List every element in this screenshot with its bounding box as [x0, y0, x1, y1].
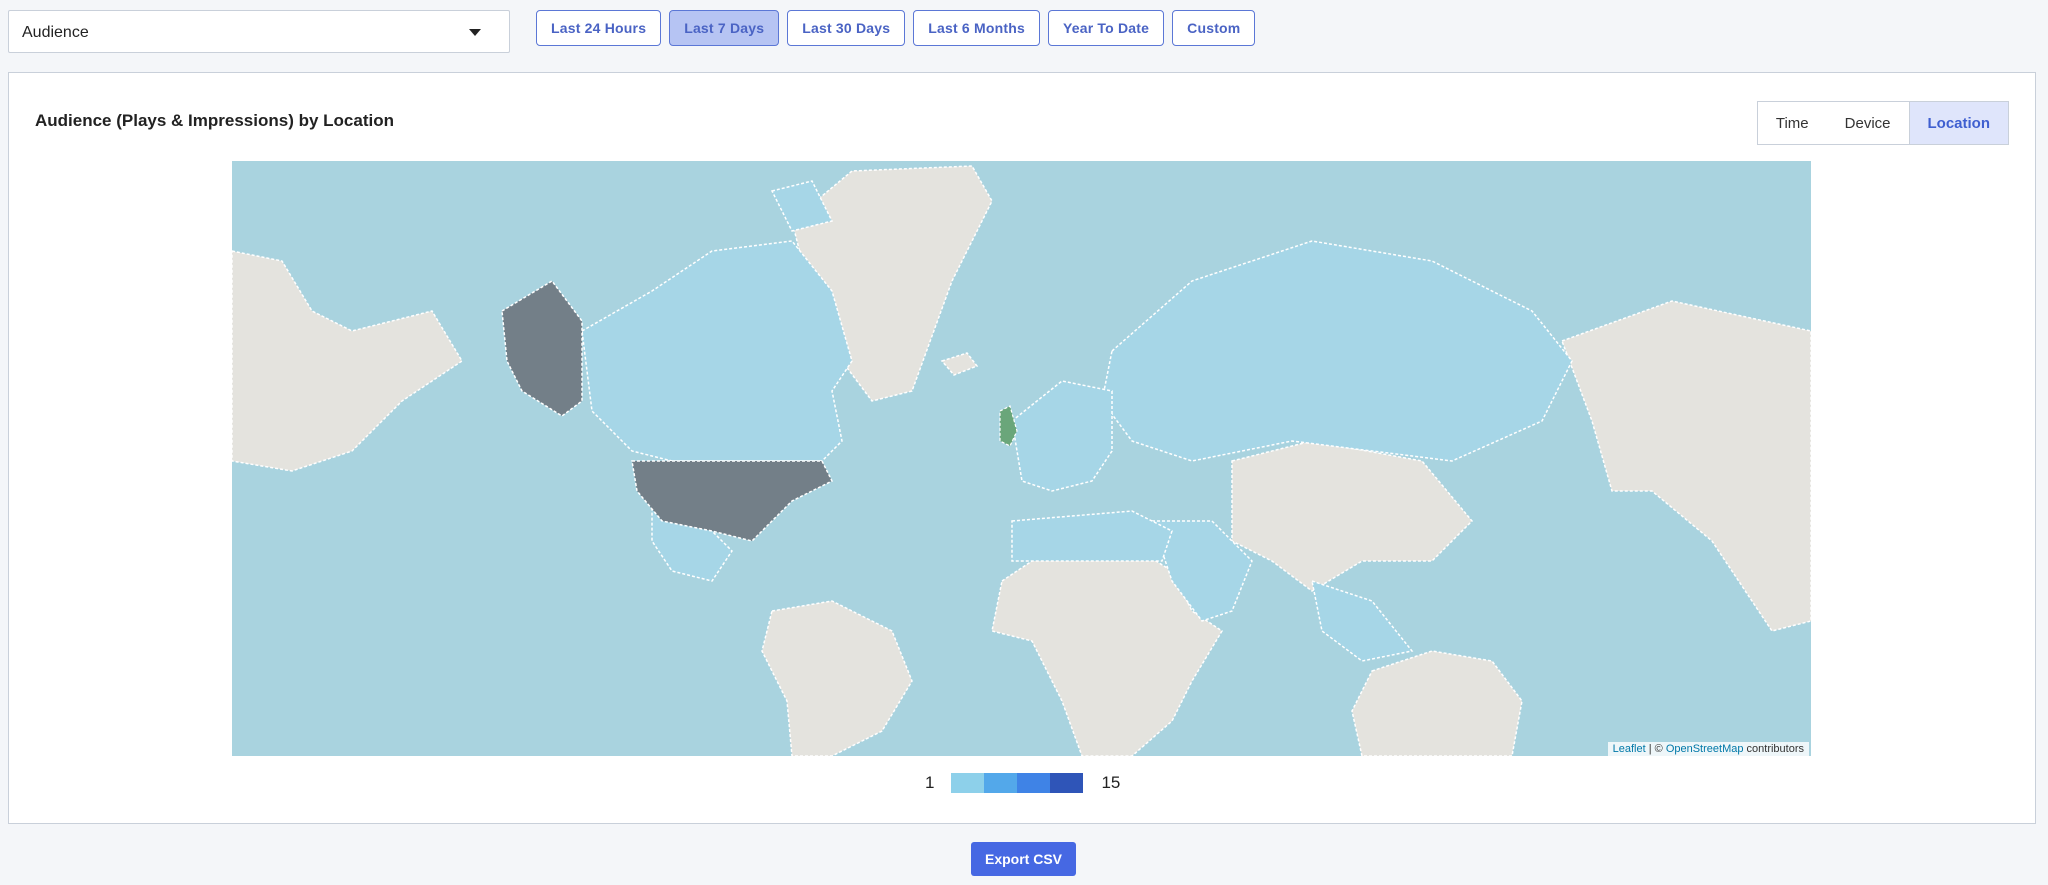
- range-year-to-date-button[interactable]: Year To Date: [1047, 10, 1165, 46]
- color-legend: 1 15: [925, 773, 1120, 793]
- date-range-group: Last 24 Hours Last 7 Days Last 30 Days L…: [536, 10, 1256, 46]
- export-csv-button[interactable]: Export CSV: [971, 842, 1077, 876]
- metric-select[interactable]: Audience: [8, 10, 510, 53]
- asia-shape: [1231, 440, 1474, 592]
- map-attribution: Leaflet | © OpenStreetMap contributors: [1607, 742, 1809, 756]
- alaska-shape: [501, 280, 583, 417]
- range-last-24-hours-button[interactable]: Last 24 Hours: [536, 10, 662, 46]
- legend-swatch-2: [984, 773, 1018, 793]
- view-device-tab[interactable]: Device: [1827, 102, 1909, 144]
- se-asia-shape: [1311, 579, 1414, 662]
- north-africa-shape: [1011, 510, 1173, 562]
- canada-shape: [581, 240, 853, 462]
- legend-swatch-1: [951, 773, 985, 793]
- view-toggle: Time Device Location: [1756, 101, 2009, 145]
- leaflet-link[interactable]: Leaflet: [1613, 743, 1646, 755]
- world-map[interactable]: Leaflet | © OpenStreetMap contributors: [232, 161, 1811, 756]
- iceland-shape: [940, 352, 979, 376]
- legend-max: 15: [1101, 773, 1121, 792]
- legend-swatch-3: [1017, 773, 1051, 793]
- view-time-tab[interactable]: Time: [1758, 102, 1827, 144]
- metric-select-value: Audience: [22, 24, 89, 41]
- panel-title: Audience (Plays & Impressions) by Locati…: [35, 111, 394, 130]
- east-siberia-shape: [1561, 300, 1811, 632]
- attribution-separator: | ©: [1645, 743, 1666, 755]
- range-last-7-days-button[interactable]: Last 7 Days: [669, 10, 780, 46]
- arctic-islands-shape: [770, 180, 834, 232]
- chart-panel: Audience (Plays & Impressions) by Locati…: [8, 72, 2036, 824]
- europe-shape: [1011, 380, 1113, 492]
- map-shapes: [232, 165, 1811, 756]
- range-last-30-days-button[interactable]: Last 30 Days: [787, 10, 906, 46]
- range-custom-button[interactable]: Custom: [1172, 10, 1256, 46]
- chevron-down-icon: [469, 29, 481, 36]
- view-location-tab[interactable]: Location: [1908, 102, 2008, 144]
- australia-shape: [1351, 650, 1523, 756]
- range-last-6-months-button[interactable]: Last 6 Months: [913, 10, 1040, 46]
- south-america-shape: [761, 600, 913, 756]
- osm-link[interactable]: OpenStreetMap: [1666, 743, 1744, 755]
- russia-shape: [1101, 240, 1573, 462]
- legend-swatch-4: [1050, 773, 1084, 793]
- attribution-tail: contributors: [1743, 743, 1804, 755]
- legend-min: 1: [925, 773, 935, 792]
- filter-bar: Audience Last 24 Hours Last 7 Days Last …: [8, 10, 2038, 54]
- west-edge-shape: [232, 250, 464, 472]
